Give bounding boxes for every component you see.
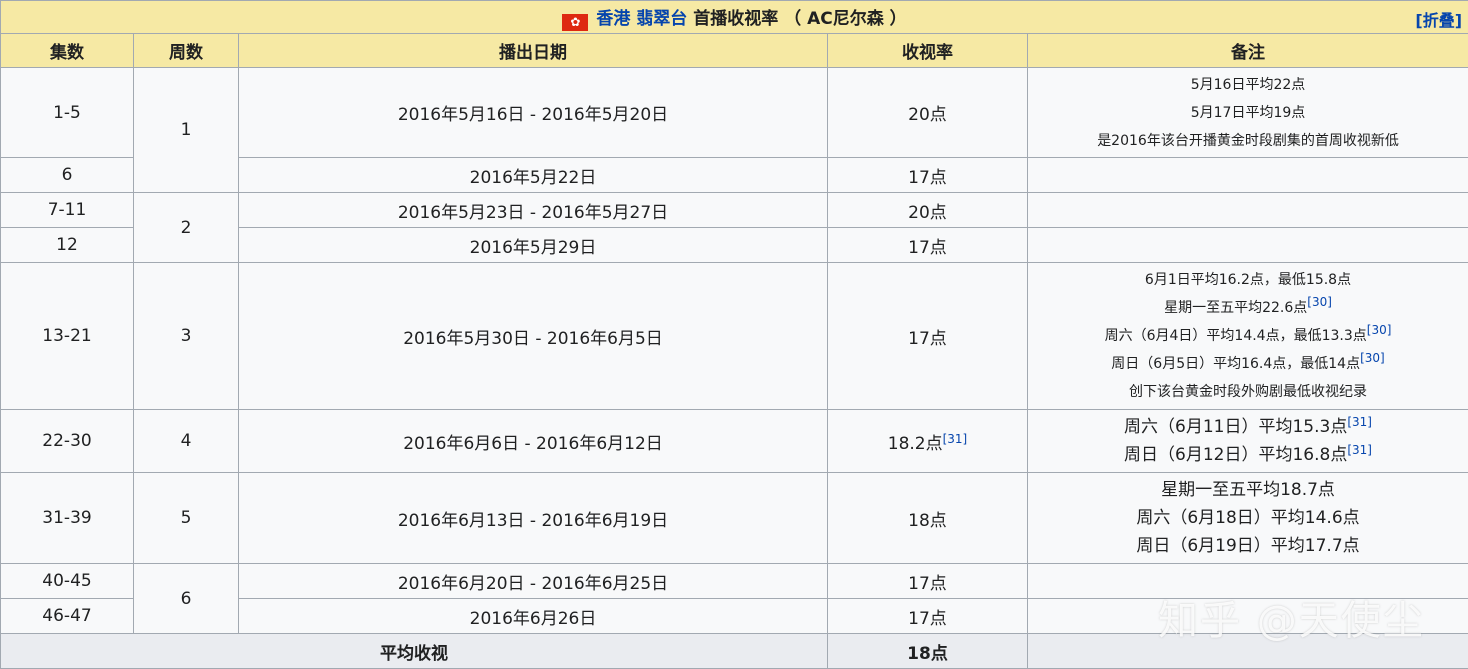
- episodes-cell: 12: [0, 227, 134, 263]
- ratings-table: ✿ 香港 翡翠台 首播收视率 （ AC尼尔森 ） [折叠] 集数 周数 播出日期 …: [0, 0, 1468, 669]
- citation-link[interactable]: [31]: [1347, 443, 1372, 457]
- date-cell: 2016年5月29日: [238, 227, 828, 263]
- episodes-cell: 13-21: [0, 262, 134, 410]
- col-header-rating: 收视率: [827, 33, 1028, 68]
- col-header-episodes: 集数: [0, 33, 134, 68]
- episodes-cell: 31-39: [0, 472, 134, 564]
- table-title-row: ✿ 香港 翡翠台 首播收视率 （ AC尼尔森 ） [折叠]: [0, 0, 1468, 34]
- title-text: 首播收视率 （ AC尼尔森 ）: [693, 8, 907, 29]
- notes-cell: [1026, 598, 1468, 634]
- note-line: 创下该台黄金时段外购剧最低收视纪录: [1129, 384, 1367, 400]
- episodes-cell: 22-30: [0, 409, 134, 473]
- rating-cell: 20点: [827, 192, 1028, 228]
- date-cell: 2016年6月6日 - 2016年6月12日: [238, 409, 828, 473]
- episodes-cell: 1-5: [0, 67, 134, 158]
- rating-cell: 18点: [827, 472, 1028, 564]
- week-cell: 2: [133, 192, 239, 263]
- episodes-cell: 46-47: [0, 598, 134, 634]
- average-row: 平均收视 18点: [0, 633, 1468, 669]
- note-line: 星期一至五平均22.6点[30]: [1164, 295, 1332, 316]
- date-cell: 2016年5月30日 - 2016年6月5日: [238, 262, 828, 410]
- col-header-notes: 备注: [1026, 33, 1468, 68]
- rating-cell: 18.2点[31]: [827, 409, 1028, 473]
- table-row: 1-5 1 2016年5月16日 - 2016年5月20日 20点 5月16日平…: [0, 67, 1468, 193]
- note-line: 周六（6月11日）平均15.3点[31]: [1124, 415, 1372, 437]
- station-region-link[interactable]: 香港: [596, 9, 630, 29]
- note-line: 周日（6月5日）平均16.4点，最低14点[30]: [1111, 351, 1385, 372]
- station-link[interactable]: 翡翠台: [636, 9, 687, 29]
- average-value: 18点: [827, 633, 1028, 669]
- note-line: 周六（6月4日）平均14.4点，最低13.3点[30]: [1104, 323, 1392, 344]
- notes-cell: [1026, 157, 1468, 193]
- table-row: 13-21 3 2016年5月30日 - 2016年6月5日 17点 6月1日平…: [0, 262, 1468, 410]
- table-row: 22-30 4 2016年6月6日 - 2016年6月12日 18.2点[31]…: [0, 409, 1468, 473]
- citation-link[interactable]: [30]: [1307, 295, 1332, 309]
- citation-link[interactable]: [30]: [1367, 323, 1392, 337]
- hong-kong-flag-icon: ✿: [562, 13, 589, 31]
- date-cell: 2016年5月23日 - 2016年5月27日: [238, 192, 828, 228]
- week-cell: 5: [133, 472, 239, 564]
- note-line: 星期一至五平均18.7点: [1161, 480, 1335, 500]
- date-cell: 2016年6月26日: [238, 598, 828, 634]
- note-line: 5月17日平均19点: [1190, 104, 1306, 121]
- collapse-toggle[interactable]: [折叠]: [1415, 7, 1462, 31]
- week-cell: 1: [133, 67, 239, 193]
- average-label: 平均收视: [0, 633, 828, 669]
- week-cell: 6: [133, 563, 239, 634]
- date-cell: 2016年6月13日 - 2016年6月19日: [238, 472, 828, 564]
- week-cell: 3: [133, 262, 239, 410]
- rating-cell: 17点: [827, 227, 1028, 263]
- table-title: ✿ 香港 翡翠台 首播收视率 （ AC尼尔森 ） [折叠]: [0, 0, 1468, 34]
- episodes-cell: 40-45: [0, 563, 134, 599]
- rating-cell: 20点: [827, 67, 1028, 158]
- notes-cell: [1026, 192, 1468, 228]
- citation-link[interactable]: [30]: [1360, 351, 1385, 365]
- notes-cell: 周六（6月11日）平均15.3点[31] 周日（6月12日）平均16.8点[31…: [1026, 409, 1468, 473]
- notes-cell: 6月1日平均16.2点，最低15.8点 星期一至五平均22.6点[30] 周六（…: [1026, 262, 1468, 410]
- col-header-date: 播出日期: [238, 33, 828, 68]
- note-line: 6月1日平均16.2点，最低15.8点: [1144, 272, 1352, 288]
- rating-cell: 17点: [827, 157, 1028, 193]
- average-notes-cell: [1026, 633, 1468, 669]
- notes-cell: [1026, 227, 1468, 263]
- note-line: 是2016年该台开播黄金时段剧集的首周收视新低: [1097, 132, 1399, 149]
- notes-cell: 5月16日平均22点 5月17日平均19点 是2016年该台开播黄金时段剧集的首…: [1026, 67, 1468, 158]
- note-line: 周六（6月18日）平均14.6点: [1136, 508, 1360, 528]
- table-row: 40-45 6 2016年6月20日 - 2016年6月25日 17点: [0, 563, 1468, 634]
- notes-cell: 星期一至五平均18.7点 周六（6月18日）平均14.6点 周日（6月19日）平…: [1026, 472, 1468, 564]
- table-row: 7-11 2 2016年5月23日 - 2016年5月27日 20点: [0, 192, 1468, 263]
- note-line: 周日（6月12日）平均16.8点[31]: [1124, 443, 1372, 465]
- table-row: 31-39 5 2016年6月13日 - 2016年6月19日 18点 星期一至…: [0, 472, 1468, 564]
- rating-cell: 17点: [827, 563, 1028, 599]
- rating-cell: 17点: [827, 262, 1028, 410]
- date-cell: 2016年5月22日: [238, 157, 828, 193]
- episodes-cell: 7-11: [0, 192, 134, 228]
- week-cell: 4: [133, 409, 239, 473]
- citation-link[interactable]: [31]: [943, 432, 968, 446]
- column-header-row: 集数 周数 播出日期 收视率 备注: [0, 33, 1468, 68]
- date-cell: 2016年6月20日 - 2016年6月25日: [238, 563, 828, 599]
- episodes-cell: 6: [0, 157, 134, 193]
- notes-cell: [1026, 563, 1468, 599]
- note-line: 周日（6月19日）平均17.7点: [1136, 536, 1360, 556]
- date-cell: 2016年5月16日 - 2016年5月20日: [238, 67, 828, 158]
- note-line: 5月16日平均22点: [1190, 76, 1306, 93]
- col-header-week: 周数: [133, 33, 239, 68]
- rating-cell: 17点: [827, 598, 1028, 634]
- citation-link[interactable]: [31]: [1347, 415, 1372, 429]
